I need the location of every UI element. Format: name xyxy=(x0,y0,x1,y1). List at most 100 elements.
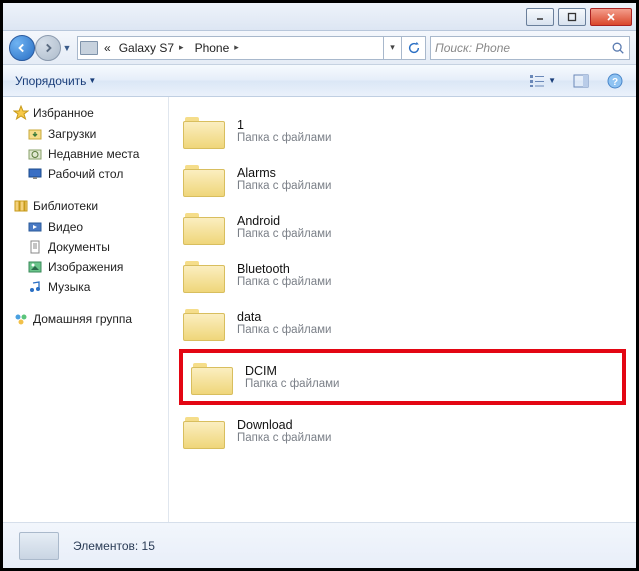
folder-name: Download xyxy=(237,418,331,432)
status-text: Элементов: 15 xyxy=(73,539,155,553)
favorites-header[interactable]: Избранное xyxy=(13,105,168,121)
help-icon: ? xyxy=(606,72,624,90)
sidebar-item-label: Видео xyxy=(48,220,83,234)
folder-icon xyxy=(191,359,233,395)
libraries-icon xyxy=(13,198,29,214)
file-list[interactable]: 1Папка с файламиAlarmsПапка с файламиAnd… xyxy=(169,97,636,522)
forward-button[interactable] xyxy=(35,35,61,61)
folder-name: Bluetooth xyxy=(237,262,331,276)
sidebar-item-recent[interactable]: Недавние места xyxy=(13,144,168,164)
favorites-group: Избранное Загрузки Недавние места Рабочи… xyxy=(13,105,168,184)
folder-icon xyxy=(183,161,225,197)
address-dropdown[interactable]: ▾ xyxy=(383,36,401,60)
sidebar-item-music[interactable]: Музыка xyxy=(13,277,168,297)
breadcrumb-phone[interactable]: Phone ▸ xyxy=(191,37,246,59)
folder-subtitle: Папка с файлами xyxy=(237,276,331,288)
folder-text: DownloadПапка с файлами xyxy=(237,418,331,444)
folder-name: Android xyxy=(237,214,331,228)
preview-pane-button[interactable] xyxy=(568,70,594,92)
libraries-label: Библиотеки xyxy=(33,199,98,213)
folder-name: data xyxy=(237,310,331,324)
folder-icon xyxy=(183,113,225,149)
svg-text:?: ? xyxy=(612,77,618,88)
refresh-button[interactable] xyxy=(401,36,425,60)
nav-history-dropdown[interactable]: ▼ xyxy=(61,43,73,53)
preview-pane-icon xyxy=(572,72,590,90)
help-button[interactable]: ? xyxy=(602,70,628,92)
homegroup-icon xyxy=(13,311,29,327)
view-options-button[interactable]: ▼ xyxy=(524,70,560,92)
chevron-right-icon[interactable]: ▸ xyxy=(231,42,242,53)
organize-button[interactable]: Упорядочить ▼ xyxy=(11,72,100,90)
documents-icon xyxy=(27,239,43,255)
view-options-icon xyxy=(528,72,546,90)
folder-text: DCIMПапка с файлами xyxy=(245,364,339,390)
folder-subtitle: Папка с файлами xyxy=(245,378,339,390)
chevron-down-icon: ▼ xyxy=(548,76,556,85)
body: Избранное Загрузки Недавние места Рабочи… xyxy=(3,97,636,522)
video-icon xyxy=(27,219,43,235)
folder-icon xyxy=(183,209,225,245)
downloads-icon xyxy=(27,126,43,142)
folder-item[interactable]: AlarmsПапка с файлами xyxy=(175,155,630,203)
search-input[interactable]: Поиск: Phone xyxy=(430,36,630,60)
libraries-group: Библиотеки Видео Документы Изображения М… xyxy=(13,198,168,297)
folder-item[interactable]: AndroidПапка с файлами xyxy=(175,203,630,251)
pictures-icon xyxy=(27,259,43,275)
sidebar-item-label: Рабочий стол xyxy=(48,167,123,181)
folder-name: DCIM xyxy=(245,364,339,378)
address-bar[interactable]: « Galaxy S7 ▸ Phone ▸ ▾ xyxy=(77,36,426,60)
homegroup-header[interactable]: Домашняя группа xyxy=(13,311,168,327)
folder-item[interactable]: 1Папка с файлами xyxy=(175,107,630,155)
sidebar-item-label: Музыка xyxy=(48,280,90,294)
maximize-button[interactable] xyxy=(558,8,586,26)
folder-text: 1Папка с файлами xyxy=(237,118,331,144)
folder-icon xyxy=(183,305,225,341)
sidebar-item-pictures[interactable]: Изображения xyxy=(13,257,168,277)
folder-item[interactable]: DCIMПапка с файлами xyxy=(179,349,626,405)
close-button[interactable] xyxy=(590,8,632,26)
sidebar-item-desktop[interactable]: Рабочий стол xyxy=(13,164,168,184)
folder-item[interactable]: dataПапка с файлами xyxy=(175,299,630,347)
recent-icon xyxy=(27,146,43,162)
breadcrumb-label: Galaxy S7 xyxy=(119,41,174,55)
sidebar-item-label: Документы xyxy=(48,240,110,254)
sidebar-item-label: Недавние места xyxy=(48,147,139,161)
chevron-down-icon: ▼ xyxy=(88,76,96,85)
folder-subtitle: Папка с файлами xyxy=(237,324,331,336)
toolbar: Упорядочить ▼ ▼ ? xyxy=(3,65,636,97)
statusbar: Элементов: 15 xyxy=(3,522,636,568)
drive-icon xyxy=(19,532,59,560)
sidebar-item-downloads[interactable]: Загрузки xyxy=(13,124,168,144)
drive-icon xyxy=(80,41,98,55)
explorer-window: ▼ « Galaxy S7 ▸ Phone ▸ ▾ Поиск: Phone xyxy=(0,0,639,571)
sidebar-item-documents[interactable]: Документы xyxy=(13,237,168,257)
folder-item[interactable]: BluetoothПапка с файлами xyxy=(175,251,630,299)
breadcrumb-label: Phone xyxy=(195,41,230,55)
libraries-header[interactable]: Библиотеки xyxy=(13,198,168,214)
back-button[interactable] xyxy=(9,35,35,61)
folder-item[interactable]: DownloadПапка с файлами xyxy=(175,407,630,455)
folder-text: AndroidПапка с файлами xyxy=(237,214,331,240)
music-icon xyxy=(27,279,43,295)
sidebar-item-label: Изображения xyxy=(48,260,123,274)
folder-text: AlarmsПапка с файлами xyxy=(237,166,331,192)
chevron-right-icon[interactable]: ▸ xyxy=(176,42,187,53)
desktop-icon xyxy=(27,166,43,182)
titlebar xyxy=(3,3,636,31)
breadcrumb-galaxy-s7[interactable]: Galaxy S7 ▸ xyxy=(115,37,191,59)
minimize-button[interactable] xyxy=(526,8,554,26)
search-placeholder: Поиск: Phone xyxy=(435,41,510,55)
organize-label: Упорядочить xyxy=(15,74,86,88)
sidebar: Избранное Загрузки Недавние места Рабочи… xyxy=(3,97,169,522)
breadcrumb-prefix[interactable]: « xyxy=(100,37,115,59)
folder-text: BluetoothПапка с файлами xyxy=(237,262,331,288)
folder-icon xyxy=(183,257,225,293)
sidebar-item-videos[interactable]: Видео xyxy=(13,217,168,237)
nav-arrows: ▼ xyxy=(9,35,73,61)
folder-name: Alarms xyxy=(237,166,331,180)
folder-text: dataПапка с файлами xyxy=(237,310,331,336)
homegroup-label: Домашняя группа xyxy=(33,312,132,326)
homegroup-group: Домашняя группа xyxy=(13,311,168,327)
star-icon xyxy=(13,105,29,121)
